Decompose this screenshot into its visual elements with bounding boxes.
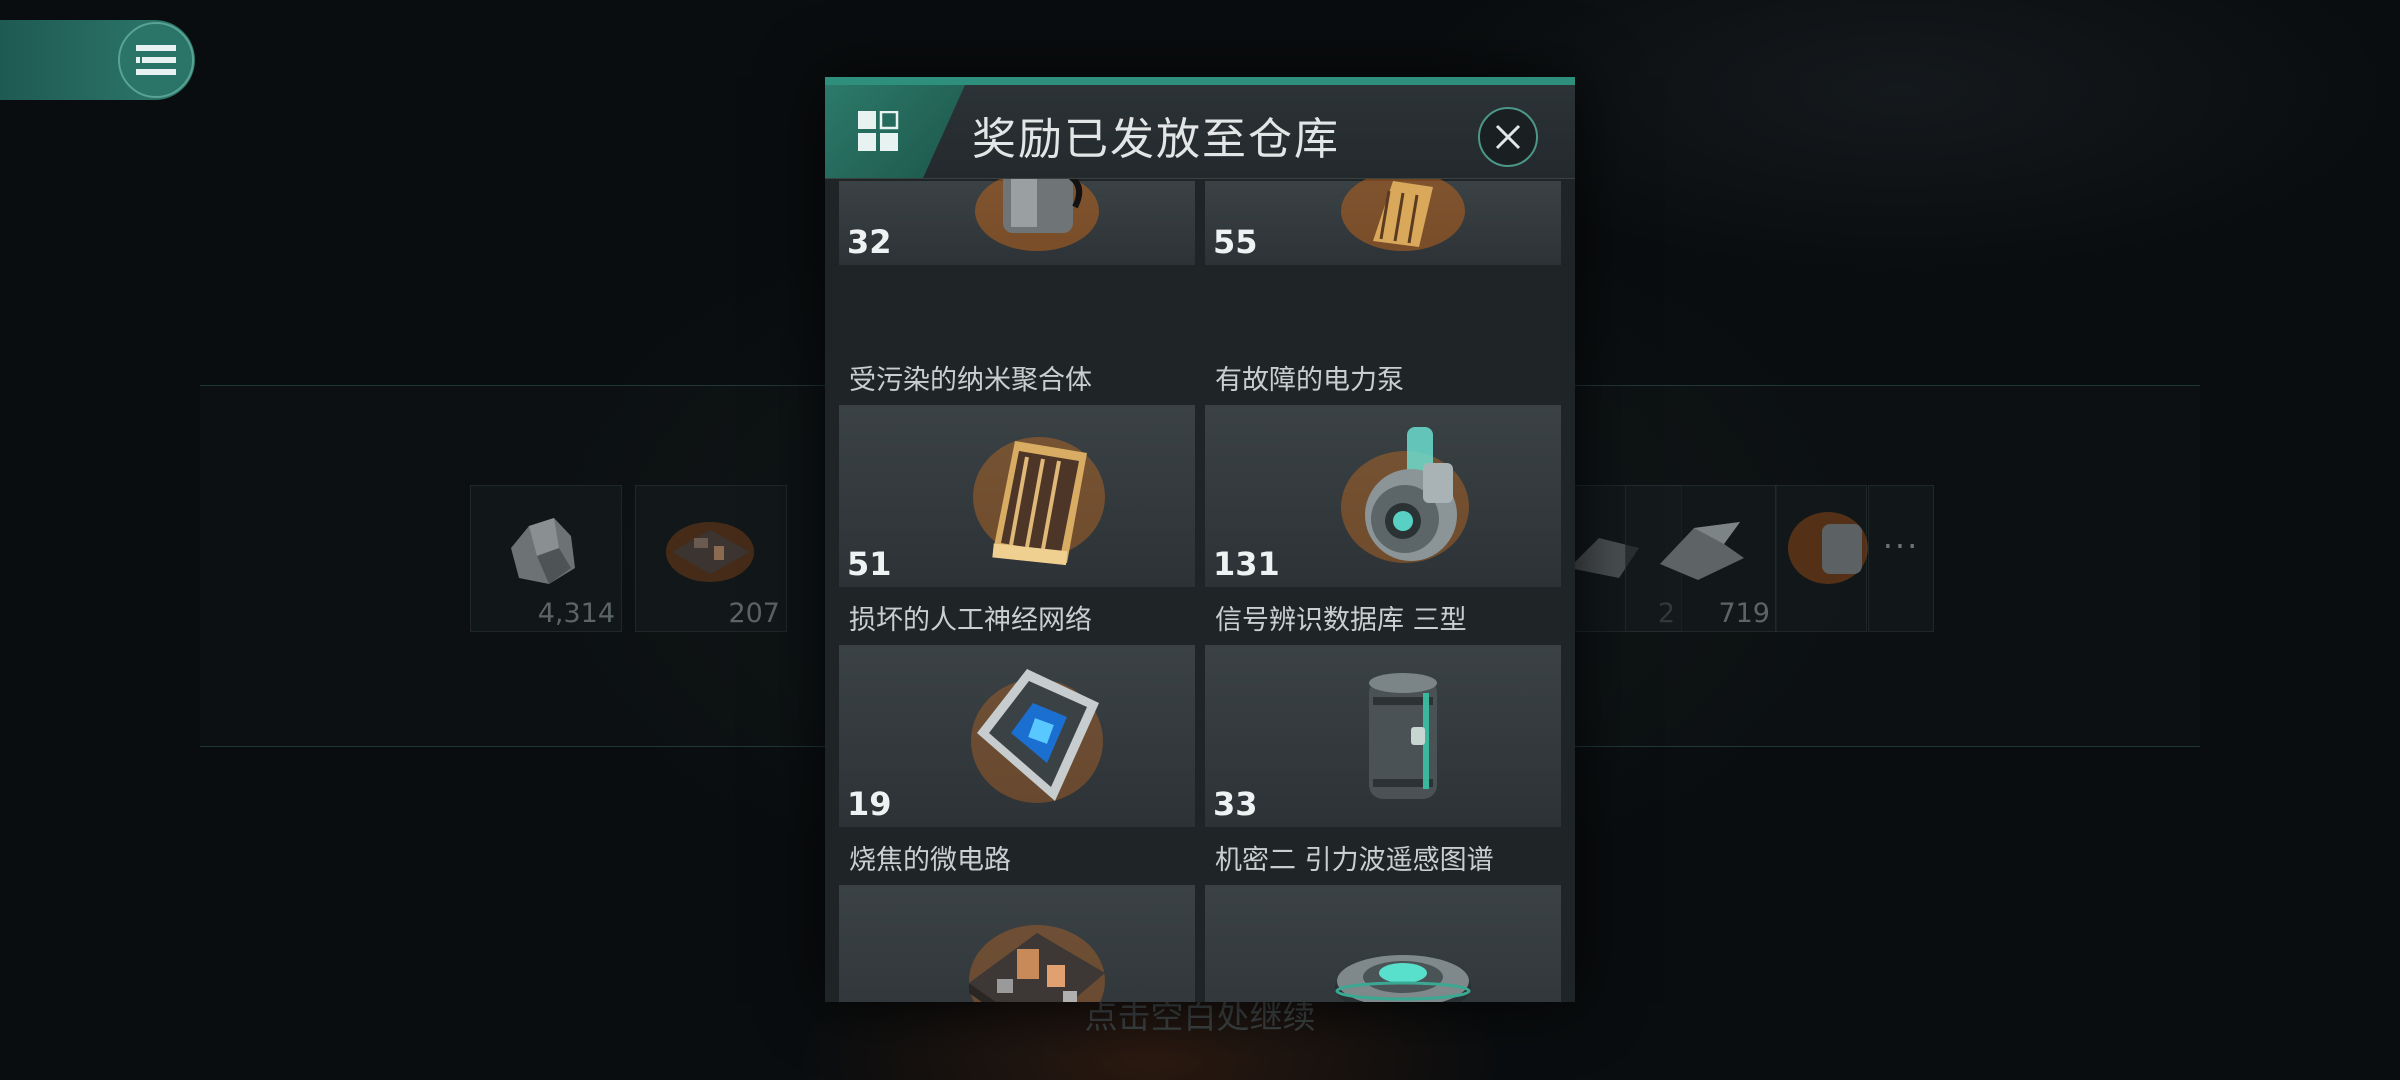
reward-item-name: 机密二 引力波遥感图谱 (1215, 845, 1494, 876)
reward-item[interactable]: 受污染的纳米聚合体 51 (839, 357, 1195, 597)
power-pump-icon (1341, 427, 1469, 563)
reward-item-tile: 1 (1205, 885, 1561, 1002)
reward-item-name: 损坏的人工神经网络 (849, 605, 1092, 636)
ship-hull-icon (1660, 522, 1744, 580)
reward-item-name: 烧焦的微电路 (849, 845, 1011, 876)
reward-item-name: 受污染的纳米聚合体 (849, 365, 1092, 396)
resource-quantity: 4,314 (537, 598, 615, 629)
reward-item-name: 信号辨识数据库 三型 (1215, 605, 1467, 636)
gravity-disc-icon (1335, 955, 1471, 1002)
reward-item-count: 19 (847, 785, 892, 823)
background-resource-slot (1775, 485, 1868, 632)
close-icon (1495, 124, 1521, 150)
reward-item[interactable]: 机密二 引力波遥感图谱 1 (1205, 837, 1561, 1002)
game-screen[interactable]: 4,314 207 2 719 ··· 点击空白处继续 (0, 0, 2400, 1080)
reward-grid[interactable]: 32 55 受污染的纳米聚合体 51 有故障的电力泵 131 损坏的人工神经网络… (825, 85, 1575, 1002)
dialog-header: 奖励已发放至仓库 (825, 85, 1575, 179)
grid-squares-icon (858, 111, 899, 151)
reward-item-count: 51 (847, 545, 892, 583)
reward-item-tile: 55 (1205, 171, 1561, 265)
background-resource-slot: 719 (1625, 485, 1777, 632)
data-canister-icon (1369, 673, 1437, 799)
nano-strip-icon (973, 437, 1105, 566)
menu-button[interactable] (118, 22, 194, 98)
resource-quantity: 207 (728, 598, 780, 629)
reward-item-tile: 51 (839, 405, 1195, 587)
ore-chunk-icon (511, 518, 575, 584)
reward-item-name: 有故障的电力泵 (1215, 365, 1404, 396)
reward-item-count: 55 (1213, 223, 1258, 261)
pump-part-icon (1788, 512, 1868, 584)
reward-item[interactable]: 有故障的电力泵 131 (1205, 357, 1561, 597)
reward-item-count: 131 (1213, 545, 1280, 583)
reward-item-tile: 131 (1205, 405, 1561, 587)
background-resource-slot: 207 (635, 485, 787, 632)
reward-item[interactable]: 损坏的人工神经网络 19 (839, 597, 1195, 837)
microcircuit-icon (969, 925, 1105, 1002)
reward-item[interactable]: 烧焦的微电路 183 (839, 837, 1195, 1002)
reward-item-count: 32 (847, 223, 892, 261)
more-resources-button[interactable]: ··· (1868, 485, 1934, 632)
dialog-title: 奖励已发放至仓库 (972, 114, 1340, 165)
reward-item-tile: 19 (839, 645, 1195, 827)
menu-list-icon (136, 45, 176, 75)
reward-item-count: 33 (1213, 785, 1258, 823)
reward-dialog: 32 55 受污染的纳米聚合体 51 有故障的电力泵 131 损坏的人工神经网络… (825, 77, 1575, 1002)
circuit-board-icon (666, 522, 754, 582)
background-resource-slot: 4,314 (470, 485, 622, 632)
reward-item-tile: 33 (1205, 645, 1561, 827)
reward-item-tile: 183 (839, 885, 1195, 1002)
close-button[interactable] (1478, 107, 1538, 167)
resource-quantity: 719 (1718, 598, 1770, 629)
reward-item-tile: 32 (839, 171, 1195, 265)
neural-chip-icon (971, 669, 1103, 803)
reward-item[interactable]: 信号辨识数据库 三型 33 (1205, 597, 1561, 837)
